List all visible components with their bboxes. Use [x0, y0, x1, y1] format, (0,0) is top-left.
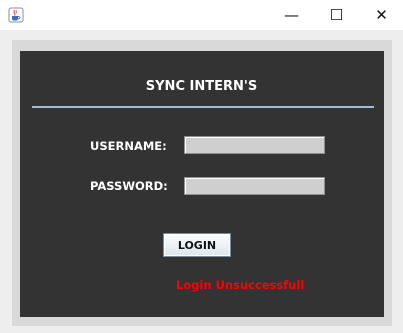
maximize-icon: ☐: [329, 6, 344, 24]
minimize-button[interactable]: —: [269, 0, 314, 30]
username-field[interactable]: [184, 136, 325, 154]
login-button[interactable]: LOGIN: [163, 233, 231, 257]
java-cup-icon: [8, 7, 24, 23]
close-button[interactable]: ✕: [359, 0, 403, 30]
password-label: PASSWORD:: [90, 179, 168, 193]
window-titlebar: — ☐ ✕: [0, 0, 403, 30]
username-label: USERNAME:: [90, 139, 167, 153]
close-icon: ✕: [375, 6, 388, 24]
title-divider: [32, 106, 374, 108]
login-status-message: Login Unsuccessfull: [176, 278, 305, 292]
maximize-button[interactable]: ☐: [314, 0, 359, 30]
form-title: SYNC INTERN'S: [145, 79, 258, 94]
minimize-icon: —: [284, 6, 299, 24]
password-field[interactable]: [184, 177, 325, 195]
